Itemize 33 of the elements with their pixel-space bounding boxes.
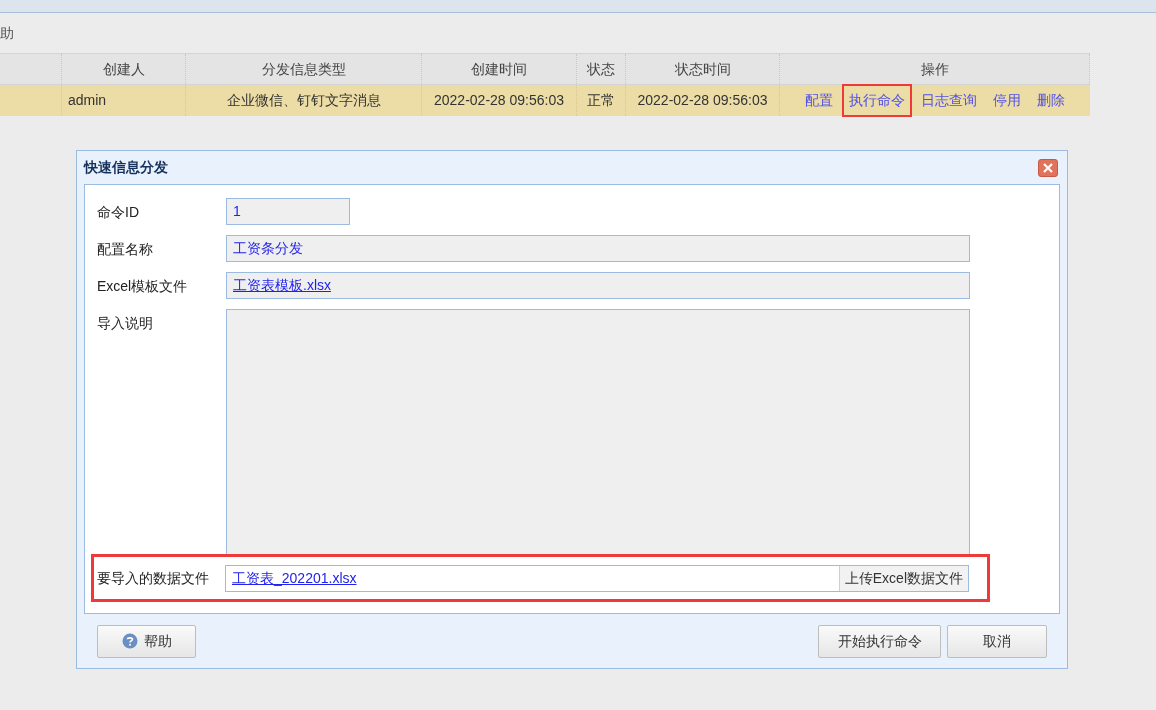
action-link[interactable]: 删除: [1030, 84, 1072, 117]
dialog-title: 快速信息分发: [84, 158, 168, 177]
input-field[interactable]: 工资表模板.xlsx: [226, 272, 970, 299]
column-header: 状态: [577, 54, 626, 84]
column-header: 创建时间: [422, 54, 577, 84]
toolbar-text[interactable]: 助: [0, 22, 14, 44]
input-field[interactable]: 工资条分发: [226, 235, 970, 262]
close-icon: [1043, 162, 1053, 173]
action-link[interactable]: 停用: [986, 84, 1028, 117]
table-row[interactable]: admin 企业微信、钉钉文字消息 2022-02-28 09:56:03 正常 2022-02-28 09:56:03 配置 执行命令 日志查询 停用 删除: [0, 85, 1090, 116]
action-link[interactable]: 日志查询: [914, 84, 984, 117]
help-button[interactable]: 帮助: [97, 624, 196, 658]
field-label: Excel模板文件: [96, 277, 189, 296]
field-label: 导入说明: [96, 314, 154, 333]
start-button[interactable]: 开始执行命令: [818, 624, 941, 658]
field-label: 配置名称: [96, 240, 154, 259]
table-cell-text: 正常: [587, 91, 615, 110]
field-label: 命令ID: [96, 203, 140, 222]
action-link[interactable]: 配置: [798, 84, 840, 117]
action-link[interactable]: 执行命令: [842, 84, 912, 117]
column-header: 创建人: [62, 54, 186, 84]
help-icon: [121, 633, 138, 649]
table-cell-text: 2022-02-28 09:56:03: [637, 91, 768, 110]
column-header: 操作: [780, 54, 1090, 84]
table-cell-text: admin: [68, 91, 107, 110]
close-button[interactable]: [1038, 158, 1058, 177]
column-header: 状态时间: [626, 54, 780, 84]
column-header: 分发信息类型: [186, 54, 422, 84]
table-cell-text: 企业微信、钉钉文字消息: [226, 91, 381, 110]
cancel-button[interactable]: 取消: [947, 624, 1047, 658]
input-field[interactable]: 1: [226, 198, 350, 225]
field-label: 要导入的数据文件: [96, 568, 210, 588]
table-cell-text: 2022-02-28 09:56:03: [434, 91, 564, 110]
